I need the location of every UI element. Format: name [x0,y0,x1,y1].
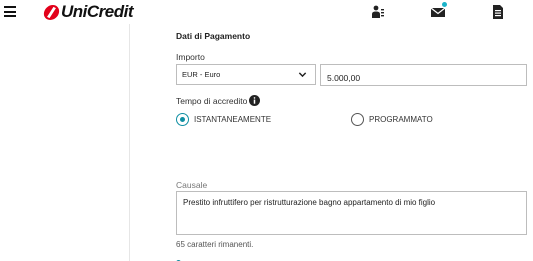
menu-icon[interactable] [4,6,16,17]
causale-textarea[interactable]: Prestito infruttifero per ristrutturazio… [176,191,527,235]
causale-label: Causale [176,180,208,190]
chevron-down-icon [298,72,307,78]
currency-select[interactable]: EUR - Euro [176,64,316,85]
section-title: Dati di Pagamento [176,31,251,41]
document-icon[interactable] [490,4,506,20]
importo-label: Importo [176,52,205,62]
radio-label-programmato: PROGRAMMATO [369,115,433,124]
amount-input[interactable] [320,64,527,86]
radio-button-selected[interactable] [176,113,189,126]
radio-istantaneamente[interactable]: ISTANTANEAMENTE [176,113,271,126]
mail-icon[interactable] [430,2,447,20]
currency-selected-value: EUR - Euro [182,70,221,79]
profile-icon[interactable] [370,4,386,20]
radio-label-istantaneamente: ISTANTANEAMENTE [194,115,272,124]
radio-button-unselected[interactable] [351,113,364,126]
unicredit-logo[interactable]: UniCredit [42,2,134,22]
unicredit-logo-mark [42,4,61,20]
left-panel-divider [129,24,130,261]
tempo-accredito-label: Tempo di accredito [176,96,248,106]
info-icon[interactable] [249,95,260,106]
notification-dot [442,2,447,7]
remaining-characters: 65 caratteri rimanenti. [176,240,254,249]
radio-programmato[interactable]: PROGRAMMATO [351,113,433,126]
brand-name: UniCredit [61,2,134,21]
top-bar: UniCredit [0,0,533,24]
